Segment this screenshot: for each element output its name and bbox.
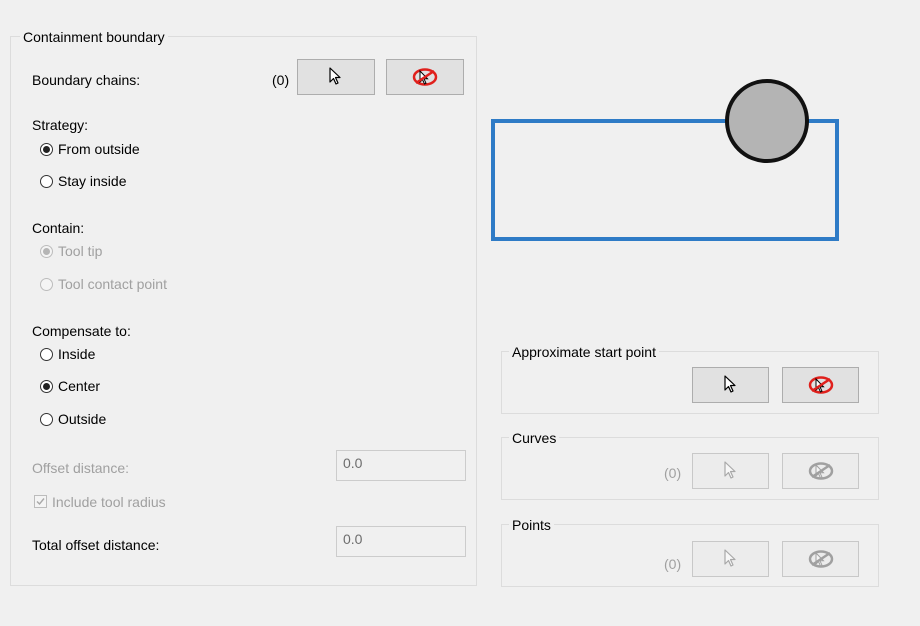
boundary-chains-count: (0): [272, 72, 290, 88]
arrow-cursor-icon: [723, 375, 736, 393]
approximate-start-point-title: Approximate start point: [509, 344, 659, 360]
curves-count: (0): [664, 465, 682, 481]
clear-selection-icon: [808, 376, 833, 394]
containment-boundary-title: Containment boundary: [20, 29, 168, 45]
points-title: Points: [509, 517, 554, 533]
include-tool-radius-checkbox[interactable]: [34, 495, 47, 508]
contain-tool-contact-point-radio[interactable]: [40, 278, 53, 291]
boundary-chains-label: Boundary chains:: [32, 72, 141, 88]
contain-tool-tip-radio[interactable]: [40, 245, 53, 258]
strategy-from-outside-radio[interactable]: [40, 143, 53, 156]
clear-start-point-button[interactable]: [782, 367, 859, 403]
clear-curves-button[interactable]: [782, 453, 859, 489]
compensate-outside-label: Outside: [58, 411, 107, 427]
total-offset-distance-input[interactable]: 0.0: [336, 526, 466, 557]
compensate-center-radio[interactable]: [40, 380, 53, 393]
clear-selection-icon: [808, 462, 833, 480]
arrow-cursor-icon: [723, 549, 736, 567]
containment-preview-illustration: [491, 79, 839, 241]
compensate-inside-radio[interactable]: [40, 348, 53, 361]
strategy-stay-inside-radio[interactable]: [40, 175, 53, 188]
contain-tool-tip-label: Tool tip: [58, 243, 103, 259]
select-boundary-chains-button[interactable]: [297, 59, 375, 95]
offset-distance-input[interactable]: 0.0: [336, 450, 466, 481]
strategy-from-outside-label: From outside: [58, 141, 140, 157]
compensate-label: Compensate to:: [32, 323, 131, 339]
compensate-inside-label: Inside: [58, 346, 96, 362]
clear-selection-icon: [808, 550, 833, 568]
compensate-center-label: Center: [58, 378, 101, 394]
contain-label: Contain:: [32, 220, 85, 236]
curves-title: Curves: [509, 430, 560, 446]
select-curves-button[interactable]: [692, 453, 769, 489]
points-count: (0): [664, 556, 682, 572]
clear-points-button[interactable]: [782, 541, 859, 577]
select-points-button[interactable]: [692, 541, 769, 577]
total-offset-distance-label: Total offset distance:: [32, 537, 160, 553]
clear-selection-icon: [412, 68, 438, 86]
contain-tool-contact-point-label: Tool contact point: [58, 276, 167, 292]
strategy-label: Strategy:: [32, 117, 89, 133]
tool-circle: [725, 79, 809, 163]
offset-distance-label: Offset distance:: [32, 460, 130, 476]
compensate-outside-radio[interactable]: [40, 413, 53, 426]
select-start-point-button[interactable]: [692, 367, 769, 403]
include-tool-radius-label: Include tool radius: [52, 494, 166, 510]
clear-boundary-chains-button[interactable]: [386, 59, 464, 95]
strategy-stay-inside-label: Stay inside: [58, 173, 127, 189]
arrow-cursor-icon: [329, 67, 341, 85]
arrow-cursor-icon: [723, 461, 736, 479]
checkmark-icon: [36, 498, 45, 506]
